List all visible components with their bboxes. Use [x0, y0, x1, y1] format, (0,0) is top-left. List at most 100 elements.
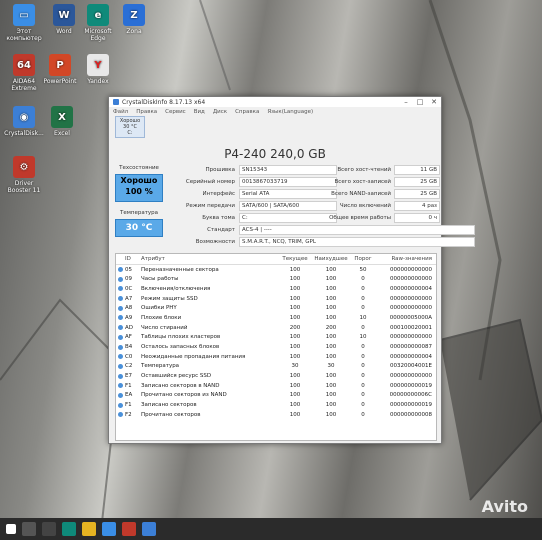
- smart-table-row[interactable]: AD Число стираний 200 200 0 000100020001: [116, 323, 436, 333]
- worst-value: 100: [325, 285, 337, 292]
- col-threshold[interactable]: Порог: [349, 256, 377, 262]
- threshold-value: 0: [361, 285, 365, 292]
- smart-table-row[interactable]: A8 Ошибки PHY 100 100 0 000000000000: [116, 303, 436, 313]
- desktop-icon-label: Driver Booster 11: [7, 180, 41, 194]
- raw-value: 000000000019: [390, 382, 432, 389]
- health-status: Хорошо: [120, 176, 158, 185]
- smart-table-row[interactable]: 05 Переназначенные сектора 100 100 50 0000000…: [116, 265, 436, 275]
- menu-file[interactable]: Файл: [113, 109, 128, 115]
- smart-table-row[interactable]: B4 Осталось запасных блоков 100 100 0 0000000…: [116, 342, 436, 352]
- close-button[interactable]: ✕: [427, 98, 441, 106]
- smart-table-row[interactable]: EA Прочитано секторов из NAND 100 100 0 00000…: [116, 391, 436, 401]
- standard-label: Стандарт: [207, 227, 235, 233]
- crystaldisk-icon: ◉: [13, 106, 35, 128]
- edge-taskbar-icon[interactable]: [62, 522, 76, 536]
- powerpoint-icon: P: [49, 54, 71, 76]
- start-icon[interactable]: [6, 524, 16, 534]
- search-icon[interactable]: [22, 522, 36, 536]
- menu-view[interactable]: Вид: [194, 109, 205, 115]
- current-value: 100: [289, 344, 301, 351]
- smart-table-row[interactable]: 0C Включения/отключения 100 100 0 00000000000…: [116, 284, 436, 294]
- desktop-icon-excel[interactable]: X Excel: [42, 106, 82, 137]
- info-right-label: Всего NAND-записей: [331, 191, 391, 197]
- col-raw[interactable]: Raw-значения: [377, 256, 435, 262]
- col-current[interactable]: Текущее: [277, 256, 313, 262]
- task-view-icon[interactable]: [42, 522, 56, 536]
- info-right-label: Всего хост-записей: [334, 179, 391, 185]
- menu-language[interactable]: Язык(Language): [267, 109, 313, 115]
- desktop-icon-driverbooster[interactable]: ⚙ Driver Booster 11: [4, 156, 44, 194]
- threshold-value: 0: [361, 276, 365, 283]
- temperature-badge[interactable]: 30 °C: [115, 219, 163, 237]
- desktop-icon-computer[interactable]: ▭ Этот компьютер: [4, 4, 44, 42]
- computer-icon: ▭: [13, 4, 35, 26]
- raw-value: 000000000000: [390, 295, 432, 302]
- attribute-name: Записано секторов в NAND: [141, 382, 220, 389]
- attribute-id: 05: [125, 266, 132, 273]
- smart-table-row[interactable]: A9 Плохие блоки 100 100 10 00000005000A: [116, 313, 436, 323]
- col-worst[interactable]: Наихудшее: [313, 256, 349, 262]
- store-taskbar-icon[interactable]: [102, 522, 116, 536]
- attribute-id: AD: [125, 324, 133, 331]
- menu-disk[interactable]: Диск: [213, 109, 227, 115]
- smart-table-row[interactable]: F2 Прочитано секторов 100 100 0 000000000008: [116, 410, 436, 420]
- desktop-icon-aida[interactable]: 64 AIDA64 Extreme: [4, 54, 44, 92]
- attribute-id: 09: [125, 276, 132, 283]
- desktop-icon-powerpoint[interactable]: P PowerPoint: [40, 54, 80, 85]
- raw-value: 00320004001E: [390, 363, 432, 370]
- smart-table-row[interactable]: F1 Записано секторов в NAND 100 100 0 0000000…: [116, 381, 436, 391]
- smart-table-row[interactable]: F1 Записано секторов 100 100 0 000000000019: [116, 400, 436, 410]
- aida-taskbar-icon[interactable]: [122, 522, 136, 536]
- menu-service[interactable]: Сервис: [165, 109, 186, 115]
- info-right-label: Общее время работы: [329, 215, 391, 221]
- attribute-id: A7: [125, 295, 133, 302]
- crystaldisk-taskbar-icon[interactable]: [142, 522, 156, 536]
- drive-model: P4-240 240,0 GB: [224, 147, 326, 161]
- desktop-icon-label: Yandex: [87, 78, 109, 85]
- threshold-value: 0: [361, 373, 365, 380]
- attribute-name: Число стираний: [141, 324, 188, 331]
- health-status-badge[interactable]: Хорошо 100 %: [115, 174, 163, 202]
- attribute-name: Прочитано секторов: [141, 411, 201, 418]
- col-attribute[interactable]: Атрибут: [141, 256, 277, 262]
- attribute-id: A9: [125, 314, 133, 321]
- app-icon: [113, 99, 119, 105]
- info-right-label: Число включений: [339, 203, 391, 209]
- title-bar[interactable]: CrystalDiskInfo 8.17.13 x64 – □ ✕: [109, 97, 441, 107]
- menu-edit[interactable]: Правка: [136, 109, 157, 115]
- worst-value: 100: [325, 382, 337, 389]
- menu-help[interactable]: Справка: [235, 109, 259, 115]
- status-dot-icon: [118, 315, 123, 321]
- smart-table-row[interactable]: AF Таблицы плохих кластеров 100 100 10 000000…: [116, 333, 436, 343]
- threshold-value: 10: [359, 334, 367, 341]
- status-dot-icon: [118, 363, 123, 369]
- current-value: 30: [291, 363, 299, 370]
- desktop-icon-label: CrystalDisk...: [4, 130, 44, 137]
- status-dot-icon: [118, 402, 123, 408]
- info-left-label: Серийный номер: [185, 179, 235, 185]
- smart-table-row[interactable]: C0 Неожиданные пропадания питания 100 100 0 0…: [116, 352, 436, 362]
- desktop-icon-crystaldisk[interactable]: ◉ CrystalDisk...: [4, 106, 44, 137]
- menu-bar: Файл Правка Сервис Вид Диск Справка Язык…: [109, 107, 441, 116]
- desktop-icon-zona[interactable]: Z Zona: [114, 4, 154, 35]
- attribute-id: 0C: [125, 285, 133, 292]
- info-right-row: Всего хост-чтений 11 GB: [307, 165, 440, 175]
- raw-value: 000000000019: [390, 402, 432, 409]
- smart-table-row[interactable]: E7 Оставшийся ресурс SSD 100 100 0 0000000000…: [116, 371, 436, 381]
- smart-table-row[interactable]: 09 Часы работы 100 100 0 000000000000: [116, 274, 436, 284]
- desktop-icon-edge[interactable]: e Microsoft Edge: [78, 4, 118, 42]
- threshold-value: 0: [361, 411, 365, 418]
- smart-table-row[interactable]: C2 Температура 30 30 0 00320004001E: [116, 362, 436, 372]
- drive-tab[interactable]: Хорошо 30 °C C:: [115, 116, 145, 138]
- info-right-row: Число включений 4 раз: [307, 201, 440, 211]
- status-dot-icon: [118, 305, 123, 311]
- col-id[interactable]: ID: [125, 256, 141, 262]
- smart-table-row[interactable]: A7 Режим защиты SSD 100 100 0 000000000000: [116, 294, 436, 304]
- info-left-label: Интерфейс: [202, 191, 235, 197]
- worst-value: 100: [325, 353, 337, 360]
- info-right-value: 25 GB: [394, 189, 440, 199]
- minimize-button[interactable]: –: [399, 98, 413, 106]
- explorer-taskbar-icon[interactable]: [82, 522, 96, 536]
- maximize-button[interactable]: □: [413, 98, 427, 106]
- desktop-icon-yandex[interactable]: Y Yandex: [78, 54, 118, 85]
